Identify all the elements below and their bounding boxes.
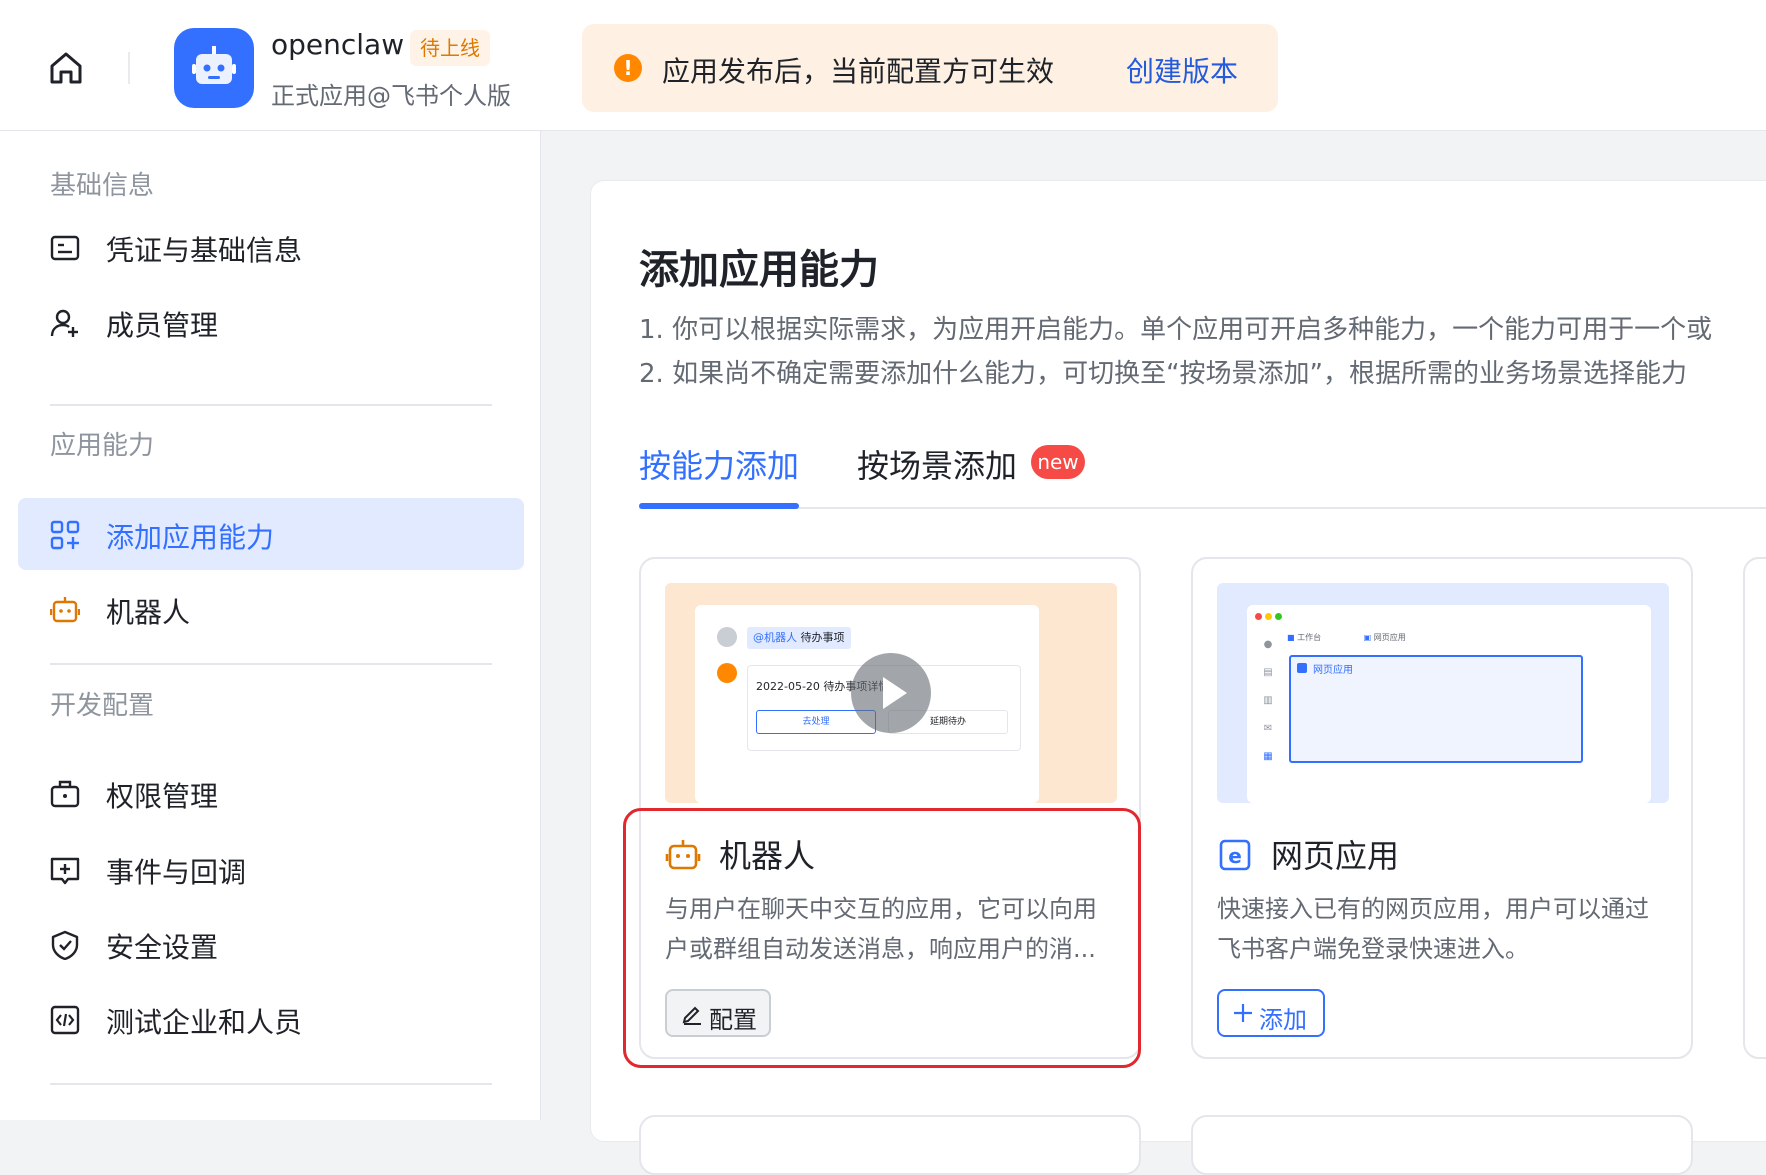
capability-card-partial[interactable]	[1191, 1115, 1693, 1175]
header-divider	[128, 52, 130, 84]
status-badge: 待上线	[410, 30, 490, 66]
section-title-capabilities: 应用能力	[50, 431, 155, 461]
tabs-baseline	[639, 507, 1766, 509]
app-logo	[174, 28, 254, 108]
sidebar-item-label: 添加应用能力	[106, 521, 275, 554]
sidebar-item-label: 成员管理	[106, 309, 219, 342]
robot-icon	[665, 840, 701, 870]
sidebar-item-label: 测试企业和人员	[106, 1006, 303, 1039]
event-add-icon	[50, 857, 80, 885]
play-icon	[883, 677, 907, 709]
home-icon[interactable]	[46, 48, 86, 88]
capability-card-partial[interactable]	[1743, 557, 1766, 1059]
capability-card-partial[interactable]	[639, 1115, 1141, 1175]
web-app-frame: 网页应用	[1289, 655, 1583, 763]
create-version-link[interactable]: 创建版本	[1126, 50, 1238, 90]
card-title: 网页应用	[1271, 837, 1400, 875]
window-tabs: ■ 工作台 ▣ 网页应用	[1287, 633, 1406, 642]
capability-card-web-app[interactable]: ■ 工作台 ▣ 网页应用 ● ▤ ▥ ✉ ▦ 网页应用 e 网页应用 快速接入已有的网页…	[1191, 557, 1693, 1059]
publish-notice: ! 应用发布后，当前配置方可生效 创建版本	[582, 24, 1278, 112]
page-title: 添加应用能力	[639, 247, 879, 293]
new-badge: new	[1031, 445, 1085, 479]
add-user-icon	[50, 309, 78, 337]
sidebar-item-label: 凭证与基础信息	[106, 234, 303, 267]
sidebar-item-add-capability[interactable]: 添加应用能力	[18, 498, 524, 570]
warning-icon: !	[614, 54, 642, 82]
app-name: openclaw	[271, 28, 405, 61]
section-title-basic: 基础信息	[50, 171, 155, 201]
card-title: 机器人	[719, 837, 816, 875]
shield-icon	[51, 930, 79, 960]
robot-logo-icon	[192, 46, 236, 84]
sidebar-item-members[interactable]: 成员管理	[18, 286, 524, 358]
window-mockup: ■ 工作台 ▣ 网页应用 ● ▤ ▥ ✉ ▦ 网页应用	[1247, 605, 1651, 803]
code-icon	[50, 1005, 80, 1035]
sidebar-item-security[interactable]: 安全设置	[18, 908, 524, 980]
video-play-button[interactable]	[851, 653, 931, 733]
robot-preview: @机器人 待办事项 2022-05-20 待办事项详情 去处理 延期待办	[665, 583, 1117, 803]
id-card-icon	[50, 235, 80, 261]
card-description: 与用户在聊天中交互的应用，它可以向用户或群组自动发送消息，响应用户的消...	[665, 895, 1097, 963]
sidebar-item-robot[interactable]: 机器人	[18, 573, 524, 645]
sidebar-item-label: 机器人	[106, 596, 191, 629]
configure-button[interactable]: 配置	[665, 989, 771, 1037]
capability-card-robot[interactable]: @机器人 待办事项 2022-05-20 待办事项详情 去处理 延期待办 机器人…	[639, 557, 1141, 1059]
active-tab-indicator	[639, 503, 799, 509]
sidebar-item-label: 安全设置	[106, 931, 219, 964]
web-app-preview: ■ 工作台 ▣ 网页应用 ● ▤ ▥ ✉ ▦ 网页应用	[1217, 583, 1669, 803]
avatar	[717, 627, 737, 647]
apps-add-icon	[50, 520, 80, 550]
sidebar-item-label: 权限管理	[106, 780, 219, 813]
sidebar-item-credentials[interactable]: 凭证与基础信息	[18, 211, 524, 283]
robot-avatar	[717, 663, 737, 683]
sidebar-item-label: 事件与回调	[106, 856, 247, 889]
sidebar-divider	[50, 404, 492, 406]
mention-chip: @机器人 待办事项	[747, 627, 851, 649]
add-button[interactable]: 添加	[1217, 989, 1325, 1037]
card-description: 快速接入已有的网页应用，用户可以通过飞书客户端免登录快速进入。	[1217, 895, 1649, 963]
configure-label: 配置	[709, 1006, 757, 1034]
app-subtitle: 正式应用@飞书个人版	[271, 82, 511, 110]
window-close-dot	[1255, 613, 1262, 620]
sidebar-divider	[50, 1083, 492, 1085]
tab-by-scenario[interactable]: 按场景添加	[857, 441, 1017, 487]
main-panel: 添加应用能力 1. 你可以根据实际需求，为应用开启能力。单个应用可开启多种能力，…	[590, 180, 1766, 1175]
sidebar-item-test-users[interactable]: 测试企业和人员	[18, 983, 524, 1055]
sidebar-divider	[50, 663, 492, 665]
section-title-dev: 开发配置	[50, 691, 155, 721]
svg-text:e: e	[1228, 844, 1242, 868]
web-e-icon: e	[1219, 839, 1251, 871]
top-header: openclaw 待上线 正式应用@飞书个人版 ! 应用发布后，当前配置方可生效…	[0, 0, 1766, 131]
window-max-dot	[1275, 613, 1282, 620]
plus-icon	[1234, 1004, 1252, 1022]
sidebar-item-permissions[interactable]: 权限管理	[18, 757, 524, 829]
add-label: 添加	[1259, 1006, 1307, 1034]
tab-by-capability[interactable]: 按能力添加	[639, 441, 799, 487]
window-side-icons: ● ▤ ▥ ✉ ▦	[1263, 639, 1273, 762]
edit-icon	[682, 1006, 701, 1025]
notice-text: 应用发布后，当前配置方可生效	[662, 55, 1055, 88]
briefcase-icon	[50, 780, 80, 808]
robot-icon	[50, 597, 80, 623]
window-min-dot	[1265, 613, 1272, 620]
sidebar: 基础信息 凭证与基础信息 成员管理 应用能力 添加应用能力 机器人 开发配置 权…	[0, 131, 541, 1120]
description-line-1: 1. 你可以根据实际需求，为应用开启能力。单个应用可开启多种能力，一个能力可用于…	[639, 315, 1713, 345]
description-line-2: 2. 如果尚不确定需要添加什么能力，可切换至“按场景添加”，根据所需的业务场景选…	[639, 359, 1688, 389]
sidebar-item-events[interactable]: 事件与回调	[18, 833, 524, 905]
